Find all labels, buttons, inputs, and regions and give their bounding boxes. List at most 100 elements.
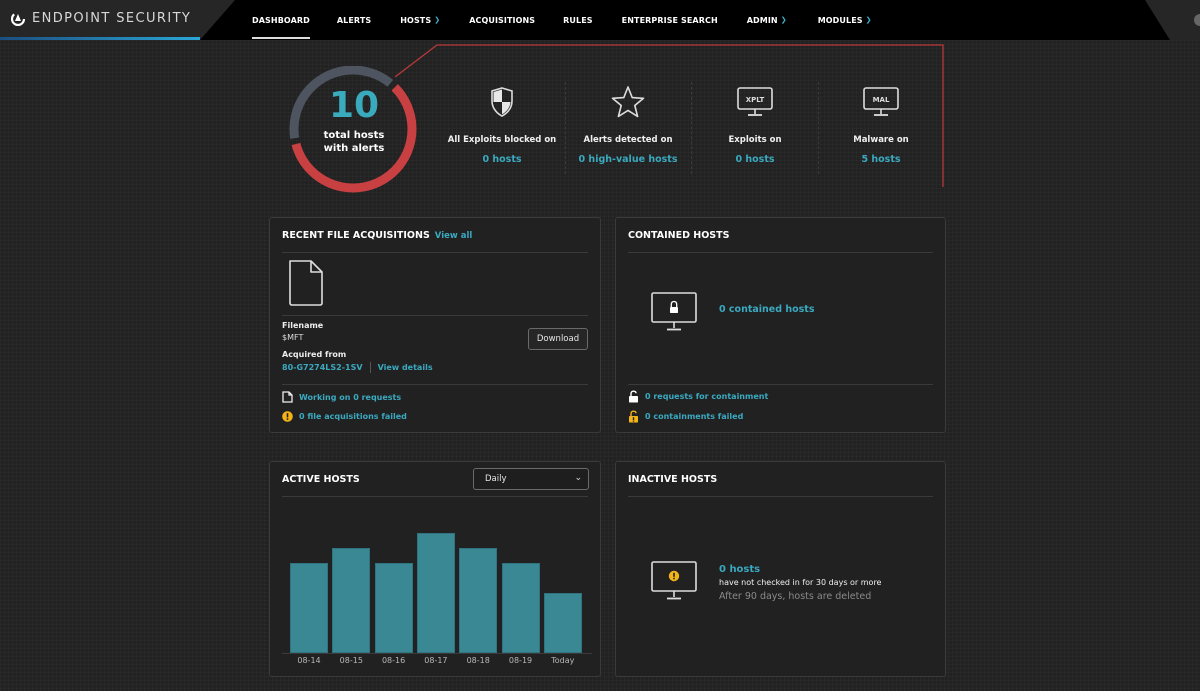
nav-alerts[interactable]: ALERTS [337,0,371,40]
nav-label: ENTERPRISE SEARCH [621,15,718,25]
user-avatar-icon[interactable] [1194,14,1200,26]
x-tick-label: Today [551,656,575,665]
total-label-line2: with alerts [323,143,385,154]
total-label-line1: total hosts [323,130,385,141]
divider [369,362,371,373]
x-tick-label: 08-15 [339,656,363,665]
user-menu-area[interactable] [1145,0,1200,40]
chart-bar[interactable] [416,533,455,653]
stat-label: Alerts detected on [583,135,673,145]
period-select-value: Daily [485,474,507,484]
warning-circle-icon [282,411,293,422]
divider [282,315,588,316]
divider [628,252,933,253]
active-hosts-card: ACTIVE HOSTS Daily ⌄ 08-14 08-15 08-16 08-1… [269,461,601,677]
failed-status-row: 0 file acquisitions failed [282,411,407,422]
working-status-link[interactable]: Working on 0 requests [299,393,401,402]
stat-label: Malware on [853,135,909,145]
recent-file-acquisitions-card: RECENT FILE ACQUISITIONS View all Filenam… [269,217,601,433]
monitor-mal-icon: MAL [863,87,899,116]
stat-value-link[interactable]: 0 high-value hosts [568,154,688,165]
filename-value: $MFT [282,333,304,342]
card-title: RECENT FILE ACQUISITIONS View all [282,230,472,241]
x-tick-label: 08-16 [381,656,406,665]
x-tick-label: 08-18 [466,656,490,665]
star-icon [611,86,645,118]
logo-icon [11,11,25,26]
main-nav: DASHBOARD ALERTS HOSTS ❯ ACQUISITIONS RUL… [250,0,872,40]
nav-modules[interactable]: MODULES ❯ [818,0,872,40]
filename-label: Filename [282,321,324,330]
chevron-down-icon: ⌄ [574,473,582,483]
stat-exploits: XPLT Exploits on 0 hosts [695,84,815,165]
inactive-description: have not checked in for 30 days or more [719,578,882,587]
nav-label: ADMIN [746,15,778,25]
nav-label: RULES [563,15,593,25]
inactive-note: After 90 days, hosts are deleted [719,591,872,602]
failed-status-link[interactable]: 0 file acquisitions failed [299,412,407,421]
nav-label: HOSTS [400,15,432,25]
divider [628,384,933,385]
x-axis-line [282,653,592,654]
nav-acquisitions[interactable]: ACQUISITIONS [469,0,535,40]
stat-alerts-detected: Alerts detected on 0 high-value hosts [568,84,688,165]
brand[interactable]: ENDPOINT SECURITY [11,11,191,26]
inactive-hosts-card: INACTIVE HOSTS 0 hosts have not checked … [615,461,946,677]
stat-value-link[interactable]: 0 hosts [442,154,562,165]
acquired-from-row: 80-G7274LS2-1SV View details [282,362,433,373]
stat-divider [565,82,566,174]
stat-value-link[interactable]: 5 hosts [821,154,941,165]
stat-exploits-blocked: All Exploits blocked on 0 hosts [442,84,562,165]
file-icon [289,260,323,306]
chart-bar[interactable] [543,593,582,653]
stat-label: All Exploits blocked on [447,135,557,145]
x-tick-label: 08-19 [508,656,533,665]
nav-label: ACQUISITIONS [469,15,536,25]
chevron-down-icon: ❯ [434,16,441,24]
download-button[interactable]: Download [528,328,588,350]
brand-area: ENDPOINT SECURITY [0,0,235,40]
contained-hosts-link[interactable]: 0 contained hosts [719,304,815,315]
chart-bar[interactable] [290,563,328,653]
nav-dashboard[interactable]: DASHBOARD [252,0,310,40]
x-tick-label: 08-14 [297,656,321,665]
view-all-link[interactable]: View all [435,231,472,241]
nav-hosts[interactable]: HOSTS ❯ [400,0,440,40]
unlock-icon [629,390,638,403]
nav-label: ALERTS [336,15,372,25]
containments-failed-link[interactable]: 0 containments failed [645,412,743,421]
total-hosts-count[interactable]: 10 [292,85,416,126]
chart-bar[interactable] [374,563,413,653]
app-title: ENDPOINT SECURITY [32,11,192,26]
nav-enterprise-search[interactable]: ENTERPRISE SEARCH [622,0,718,40]
view-details-link[interactable]: View details [378,363,433,372]
working-status-row: Working on 0 requests [282,391,401,403]
nav-admin[interactable]: ADMIN ❯ [747,0,787,40]
chart-bar[interactable] [501,563,540,653]
divider [282,384,588,385]
nav-label: MODULES [817,15,863,25]
chart-bar[interactable] [332,548,371,653]
stat-malware: MAL Malware on 5 hosts [821,84,941,165]
stat-value-link[interactable]: 0 hosts [695,154,815,165]
card-title: CONTAINED HOSTS [628,230,730,241]
inactive-hosts-link[interactable]: 0 hosts [719,564,760,575]
stat-label: Exploits on [728,135,782,145]
period-select[interactable]: Daily ⌄ [473,468,589,490]
contained-hosts-card: CONTAINED HOSTS 0 contained hosts 0 requ… [615,217,946,433]
monitor-lock-icon [651,292,697,331]
host-link[interactable]: 80-G7274LS2-1SV [282,363,363,372]
nav-rules[interactable]: RULES [563,0,592,40]
containment-requests-link[interactable]: 0 requests for containment [645,392,768,401]
containments-failed-row: 0 containments failed [628,410,743,423]
active-hosts-chart: 08-14 08-15 08-16 08-17 08-18 08-19 Today [282,512,592,672]
x-tick-label: 08-17 [424,656,448,665]
chart-bar[interactable] [459,548,498,653]
chevron-down-icon: ❯ [865,16,872,24]
total-hosts-label: total hosts with alerts [292,129,416,155]
acquired-from-label: Acquired from [282,350,347,359]
divider [282,252,588,253]
card-title: INACTIVE HOSTS [628,474,718,485]
unlock-warning-icon [629,410,638,423]
icon-text: MAL [873,96,890,104]
